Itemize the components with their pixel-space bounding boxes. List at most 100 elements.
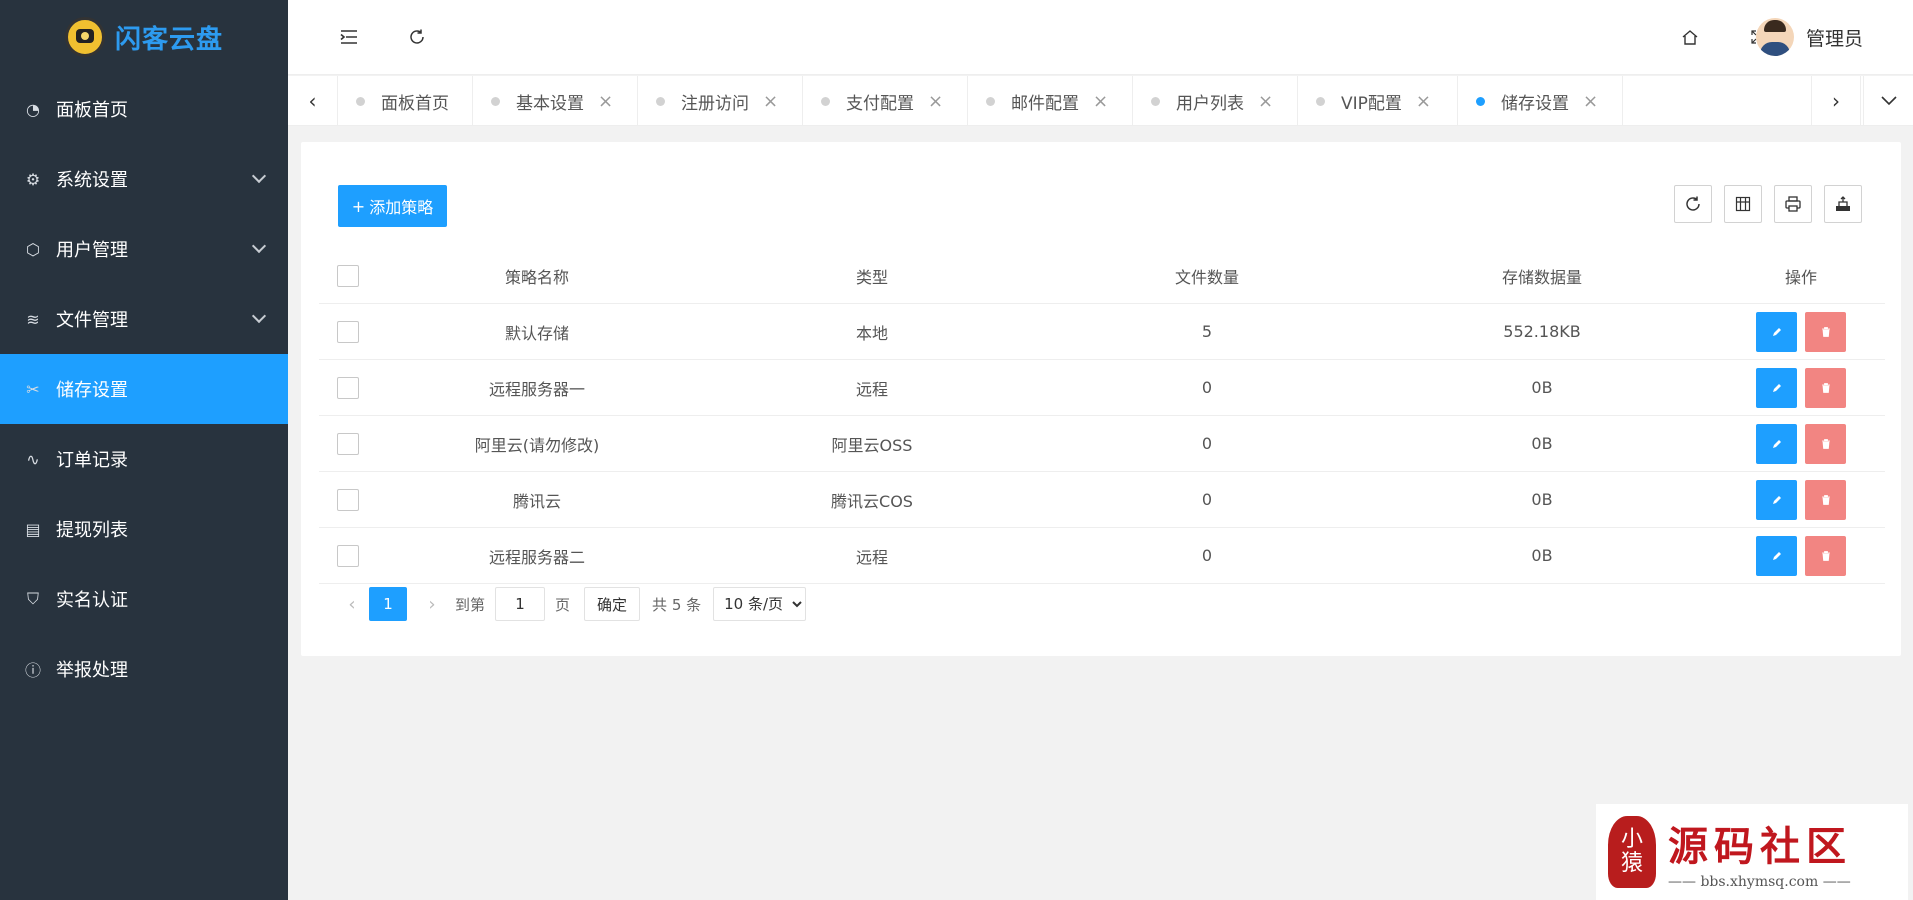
sidebar-item-7[interactable]: ⛉ 实名认证 [0, 564, 288, 634]
tab-dot-icon [1476, 96, 1485, 106]
pencil-icon [1772, 383, 1781, 392]
cell-type: 本地 [855, 323, 888, 343]
refresh-icon[interactable] [402, 22, 432, 52]
prev-page-icon[interactable]: ‹ [337, 594, 367, 615]
cell-name: 远程服务器二 [488, 547, 585, 567]
close-icon[interactable]: × [1583, 91, 1598, 112]
row-checkbox[interactable] [337, 432, 359, 455]
sidebar-item-label: 系统设置 [56, 170, 128, 191]
sidebar-item-label: 提现列表 [56, 520, 128, 541]
goto-page-input[interactable] [495, 587, 546, 621]
tab-3[interactable]: 支付配置 × [803, 76, 968, 126]
cell-file-count: 0 [1201, 378, 1213, 397]
tab-7[interactable]: 储存设置 × [1458, 76, 1623, 126]
close-icon[interactable]: × [928, 91, 943, 112]
sidebar-item-3[interactable]: ≋ 文件管理 [0, 284, 288, 354]
tab-6[interactable]: VIP配置 × [1298, 76, 1458, 126]
close-icon[interactable]: × [763, 91, 778, 112]
tab-label: 用户列表 [1176, 93, 1244, 114]
table-header-row: 策略名称 类型 文件数量 存储数据量 操作 [319, 248, 1885, 304]
tab-scroll-left-icon[interactable]: ‹ [288, 76, 338, 126]
page-current[interactable]: 1 [369, 587, 407, 621]
tab-dot-icon [1151, 96, 1160, 106]
cell-storage-size: 0B [1531, 378, 1553, 397]
menu-collapse-icon[interactable] [334, 22, 364, 52]
row-checkbox[interactable] [337, 544, 359, 567]
close-icon[interactable]: × [1258, 91, 1273, 112]
tab-dot-icon [1316, 96, 1325, 106]
home-icon[interactable] [1675, 22, 1705, 52]
clipboard-icon: ▤ [25, 519, 41, 539]
column-header-name[interactable]: 策略名称 [377, 264, 697, 288]
delete-button[interactable] [1805, 535, 1846, 576]
close-icon[interactable]: × [1093, 91, 1108, 112]
pencil-icon [1772, 327, 1781, 336]
sidebar-item-2[interactable]: ⬡ 用户管理 [0, 214, 288, 284]
export-icon[interactable] [1824, 185, 1862, 223]
cell-file-count: 0 [1201, 546, 1213, 565]
table-body: 默认存储 本地 5 552.18KB 远程服务器一 远程 0 0B 阿里云(请勿修改) 阿里云OS… [319, 304, 1885, 584]
delete-button[interactable] [1805, 479, 1846, 520]
cell-type: 腾讯云COS [831, 491, 913, 511]
select-all-checkbox[interactable] [337, 264, 359, 287]
tab-label: VIP配置 [1341, 93, 1402, 114]
sidebar-item-1[interactable]: ⚙ 系统设置 [0, 144, 288, 214]
row-checkbox[interactable] [337, 488, 359, 511]
edit-button[interactable] [1756, 311, 1797, 352]
next-page-icon[interactable]: › [417, 594, 447, 615]
tab-dot-icon [656, 96, 665, 106]
tab-dot-icon [356, 96, 365, 106]
sidebar-nav: ◔ 面板首页 ⚙ 系统设置 ⬡ 用户管理 ≋ 文件管理 ✂ 储存设置 ∿ 订单记录 ▤ 提现列表 ⛉ 实名认证… [0, 74, 288, 704]
row-checkbox[interactable] [337, 376, 359, 399]
pencil-icon [1772, 439, 1781, 448]
logo[interactable]: 闪客云盘 [0, 0, 288, 74]
column-header-file-count[interactable]: 文件数量 [1047, 264, 1367, 288]
tab-dot-icon [821, 96, 830, 106]
sidebar-item-8[interactable]: ⓘ 举报处理 [0, 634, 288, 704]
tab-1[interactable]: 基本设置 × [473, 76, 638, 126]
sidebar-item-0[interactable]: ◔ 面板首页 [0, 74, 288, 144]
page-size-select[interactable]: 10 条/页 [713, 587, 807, 621]
tab-2[interactable]: 注册访问 × [638, 76, 803, 126]
sidebar-item-label: 举报处理 [56, 660, 128, 681]
user-menu[interactable]: 管理员 [1755, 18, 1863, 56]
tab-5[interactable]: 用户列表 × [1133, 76, 1298, 126]
pencil-icon [1772, 495, 1781, 504]
edit-button[interactable] [1756, 479, 1797, 520]
delete-button[interactable] [1805, 367, 1846, 408]
delete-button[interactable] [1805, 423, 1846, 464]
cell-name: 阿里云(请勿修改) [474, 435, 600, 455]
edit-button[interactable] [1756, 535, 1797, 576]
page-unit-label: 页 [555, 595, 571, 614]
close-icon[interactable]: × [1416, 91, 1431, 112]
table-refresh-icon[interactable] [1674, 185, 1712, 223]
sidebar-item-label: 储存设置 [56, 380, 128, 401]
pencil-icon [1772, 551, 1781, 560]
watermark-title: 源码社区 [1668, 823, 1852, 870]
plus-icon: + [351, 196, 366, 216]
add-policy-button[interactable]: + 添加策略 [338, 185, 447, 227]
column-header-storage-size[interactable]: 存储数据量 [1367, 264, 1717, 288]
tab-0[interactable]: 面板首页 [338, 76, 473, 126]
sidebar: 闪客云盘 ◔ 面板首页 ⚙ 系统设置 ⬡ 用户管理 ≋ 文件管理 ✂ 储存设置 ∿ 订单记录 ▤ 提现列表… [0, 0, 288, 900]
print-icon[interactable] [1774, 185, 1812, 223]
pulse-icon: ∿ [26, 449, 40, 469]
goto-confirm-button[interactable]: 确定 [584, 587, 641, 621]
close-icon[interactable]: × [598, 91, 613, 112]
content-card: + 添加策略 策略名称 类型 文件数量 存储数据量 操作 默认存储 本地 5 552.… [301, 142, 1901, 656]
delete-button[interactable] [1805, 311, 1846, 352]
user-name: 管理员 [1805, 27, 1863, 50]
edit-button[interactable] [1756, 423, 1797, 464]
columns-filter-icon[interactable] [1724, 185, 1762, 223]
cell-file-count: 5 [1201, 322, 1213, 341]
trash-icon [1821, 494, 1830, 505]
row-checkbox[interactable] [337, 320, 359, 343]
tab-4[interactable]: 邮件配置 × [968, 76, 1133, 126]
column-header-type[interactable]: 类型 [697, 264, 1047, 288]
tab-scroll-right-icon[interactable]: › [1811, 76, 1861, 126]
sidebar-item-5[interactable]: ∿ 订单记录 [0, 424, 288, 494]
edit-button[interactable] [1756, 367, 1797, 408]
tab-menu-chevron-down-icon[interactable] [1863, 76, 1913, 126]
sidebar-item-6[interactable]: ▤ 提现列表 [0, 494, 288, 564]
sidebar-item-4[interactable]: ✂ 储存设置 [0, 354, 288, 424]
